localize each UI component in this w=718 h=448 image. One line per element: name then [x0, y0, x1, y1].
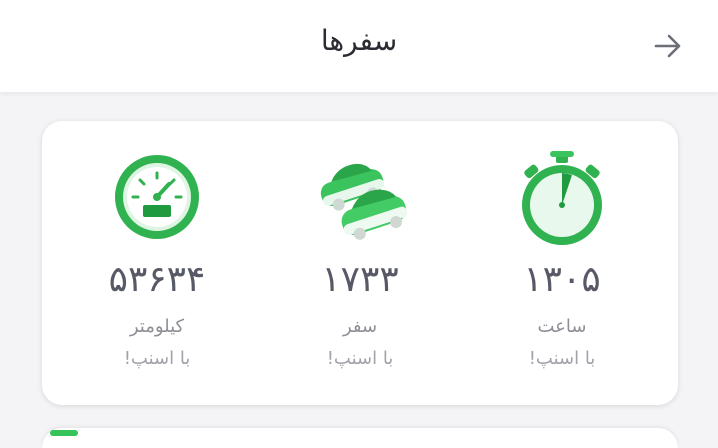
stat-label: ساعت	[537, 316, 587, 337]
card-accent	[50, 430, 78, 436]
next-card	[42, 428, 678, 448]
stat-label: سفر	[342, 316, 378, 337]
stat-value: ۱۳۰۵	[523, 259, 601, 300]
stat-subtitle: با اسنپ!	[528, 348, 596, 369]
page-title: سفرها	[320, 24, 398, 57]
cars-icon	[310, 153, 410, 249]
back-button[interactable]	[648, 26, 688, 66]
stat-hours: ۱۳۰۵ ساعت با اسنپ!	[462, 121, 662, 405]
arrow-right-icon	[654, 34, 681, 58]
stat-kilometers: ۵۳۶۳۴ کیلومتر با اسنپ!	[57, 121, 257, 405]
stat-subtitle: با اسنپ!	[123, 348, 191, 369]
stat-label: کیلومتر	[129, 316, 185, 337]
speedometer-icon	[109, 149, 205, 245]
trips-stats-card: ۵۳۶۳۴ کیلومتر با اسنپ! ۱۷۳۳ سفر با اسنپ!…	[42, 121, 678, 405]
stat-value: ۵۳۶۳۴	[108, 259, 206, 300]
stat-trips: ۱۷۳۳ سفر با اسنپ!	[260, 121, 460, 405]
stat-subtitle: با اسنپ!	[326, 348, 394, 369]
stat-value: ۱۷۳۳	[321, 259, 399, 300]
app-header: سفرها	[0, 0, 718, 92]
stopwatch-icon	[514, 149, 610, 245]
